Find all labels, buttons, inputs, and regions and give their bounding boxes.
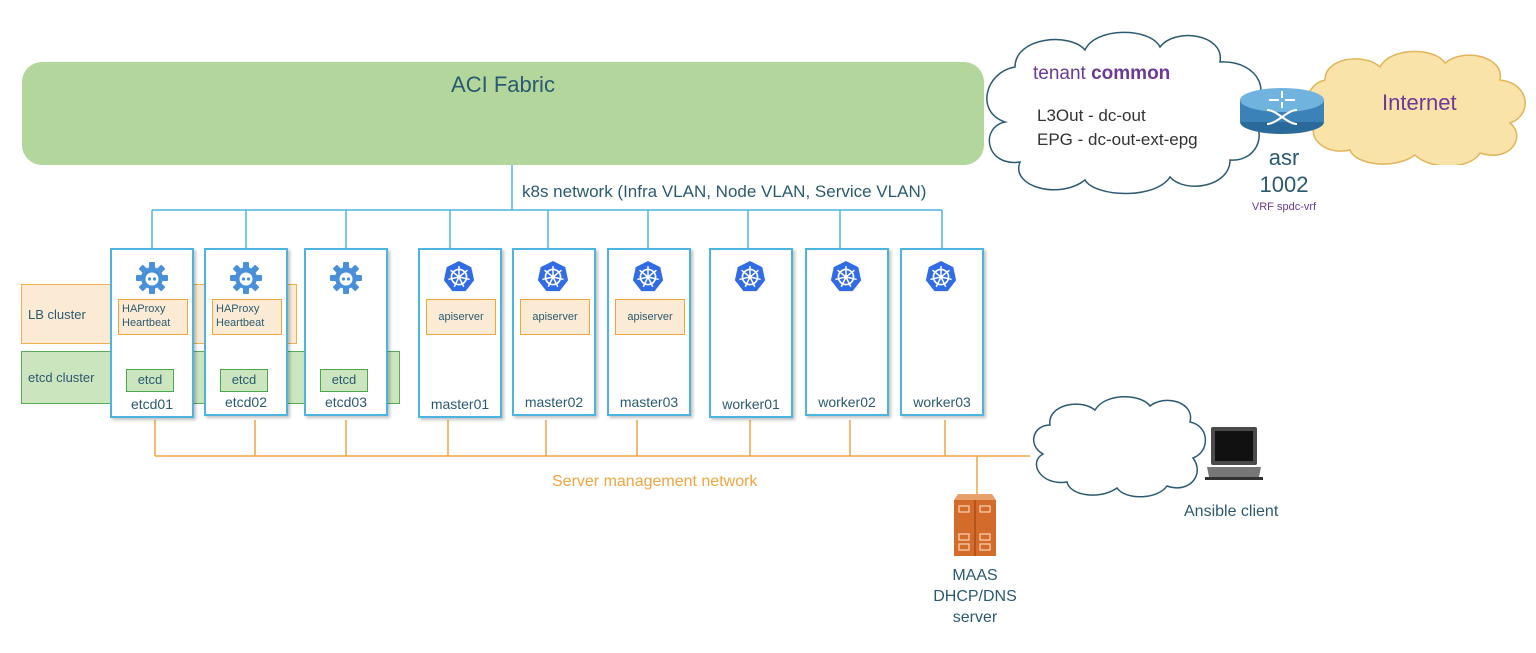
heartbeat-label: Heartbeat [216,317,265,329]
apiserver-box: apiserver [615,299,685,335]
router-name-line1: asr [1268,145,1300,170]
node-master01: apiserver master01 [418,248,502,418]
server-icon [954,494,996,556]
node-name: master03 [619,394,679,410]
etcd-icon [134,260,170,296]
haproxy-heartbeat-box: HAProxy Heartbeat [118,299,188,335]
ansible-client-label: Ansible client [1184,503,1279,520]
node-etcd02: HAProxy Heartbeat etcd etcd02 [204,248,288,416]
node-name: master01 [430,396,490,412]
management-network-label: Server management network [552,473,758,490]
tenant-title-prefix: tenant [1033,63,1092,84]
node-name: worker02 [818,394,876,410]
tenant-title-name: common [1091,63,1171,84]
node-master02: apiserver master02 [512,248,596,416]
node-name: worker01 [722,396,780,412]
heartbeat-label: Heartbeat [122,317,171,329]
tenant-title: tenant common [1033,63,1170,85]
management-cloud [1032,395,1207,498]
laptop-icon [1205,427,1263,480]
kubernetes-icon [442,260,478,296]
node-name: etcd01 [130,396,174,412]
router-icon [1240,88,1324,134]
l3out-label: L3Out - dc-out [1037,106,1146,125]
etcd-icon [228,260,264,296]
epg-label: EPG - dc-out-ext-epg [1037,130,1198,149]
node-worker03: worker03 [900,248,984,416]
internet-label: Internet [1382,90,1457,115]
router-vrf: VRF spdc-vrf [1251,201,1317,213]
k8s-network-label: k8s network (Infra VLAN, Node VLAN, Serv… [522,182,927,201]
node-master03: apiserver master03 [607,248,691,416]
kubernetes-icon [733,260,769,296]
maas-line1: MAAS [952,567,998,584]
apiserver-box: apiserver [520,299,590,335]
aci-fabric: ACI Fabric [22,62,984,165]
lb-cluster-label: LB cluster [28,306,86,322]
kubernetes-icon [631,260,667,296]
node-name: etcd03 [324,394,368,410]
etcd-service-box: etcd [220,369,268,392]
kubernetes-icon [536,260,572,296]
apiserver-box: apiserver [426,299,496,335]
maas-line2: DHCP/DNS [933,588,1017,605]
etcd-cluster-label: etcd cluster [28,370,95,385]
etcd-service-box: etcd [126,369,174,392]
router-name-line2: 1002 [1259,172,1309,197]
node-worker02: worker02 [805,248,889,416]
etcd-icon [328,260,364,296]
etcd-service-box: etcd [320,369,368,392]
kubernetes-icon [829,260,865,296]
aci-fabric-title: ACI Fabric [451,72,555,97]
haproxy-label: HAProxy [122,303,166,315]
node-etcd01: HAProxy Heartbeat etcd etcd01 [110,248,194,418]
node-name: worker03 [913,394,971,410]
kubernetes-icon [924,260,960,296]
node-name: etcd02 [224,394,268,410]
haproxy-heartbeat-box: HAProxy Heartbeat [212,299,282,335]
haproxy-label: HAProxy [216,303,260,315]
k8s-network-lines [151,165,943,250]
node-worker01: worker01 [709,248,793,418]
node-etcd03: etcd etcd03 [304,248,388,416]
node-name: master02 [524,394,584,410]
maas-line3: server [952,609,998,626]
